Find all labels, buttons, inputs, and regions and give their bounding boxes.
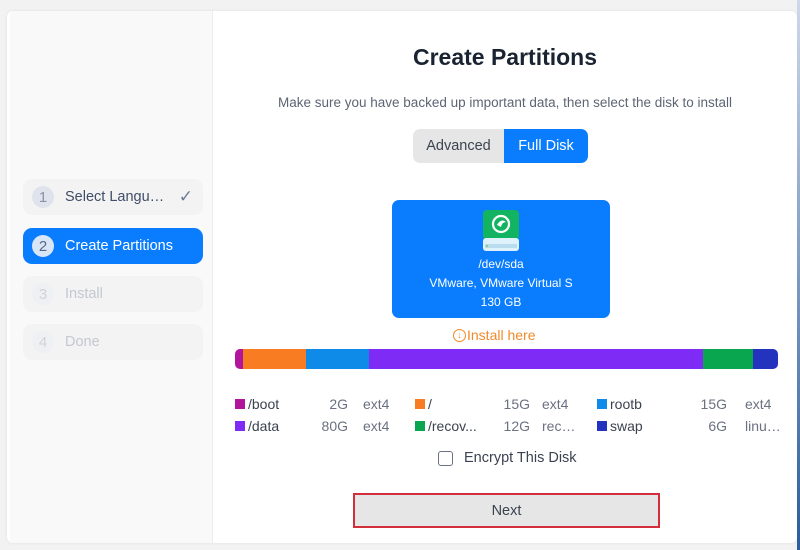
step-number: 3: [32, 283, 54, 305]
checkbox-icon[interactable]: [438, 450, 453, 466]
legend-swatch: [597, 421, 607, 431]
partition-filesystem: linu…: [745, 418, 781, 434]
partition-filesystem: ext4: [363, 396, 390, 412]
partition-filesystem: rec…: [542, 418, 576, 434]
legend-item: /: [415, 393, 432, 415]
legend-swatch: [415, 421, 425, 431]
step-label: Select Langu…: [65, 189, 165, 205]
partition-filesystem: ext4: [363, 418, 390, 434]
partition-size: 15G: [700, 396, 727, 412]
partition-size: 2G: [329, 396, 348, 412]
legend-swatch: [235, 421, 245, 431]
legend-item: /boot: [235, 393, 279, 415]
step-select-language[interactable]: 1 Select Langu… ✓: [23, 179, 203, 215]
steps-sidebar: 1 Select Langu… ✓ 2 Create Partitions 3 …: [10, 11, 213, 543]
tab-advanced[interactable]: Advanced: [413, 129, 504, 163]
step-label: Install: [65, 286, 103, 302]
partition-name: /data: [248, 418, 280, 434]
disk-card-sda[interactable]: /dev/sda VMware, VMware Virtual S 130 GB: [392, 200, 610, 318]
step-install: 3 Install: [23, 276, 203, 312]
partition-name: rootb: [610, 396, 642, 412]
tab-full-disk[interactable]: Full Disk: [504, 129, 588, 163]
partition-size: 15G: [503, 396, 530, 412]
partition-segment: [305, 349, 369, 369]
checkmark-icon: ✓: [178, 187, 193, 206]
legend-swatch: [597, 399, 607, 409]
main-panel: Create Partitions Make sure you have bac…: [213, 11, 797, 543]
disk-model: VMware, VMware Virtual S: [429, 276, 573, 290]
download-circle-icon: ↓: [453, 328, 466, 342]
step-done: 4 Done: [23, 324, 203, 360]
partition-filesystem: ext4: [745, 396, 772, 412]
encrypt-label: Encrypt This Disk: [464, 450, 577, 466]
partition-size: 12G: [503, 418, 530, 434]
step-label: Done: [65, 334, 100, 350]
partition-legend: /boot 2G ext4 / 15G ext4 rootb 15G ext4/data 80G e…: [235, 393, 781, 437]
partition-segment: [752, 349, 778, 369]
partition-name: /recov...: [428, 418, 477, 434]
partition-filesystem: ext4: [542, 396, 569, 412]
mode-switch: Advanced Full Disk: [413, 129, 588, 163]
page-title: Create Partitions: [412, 44, 598, 70]
encrypt-disk-checkbox[interactable]: Encrypt This Disk: [438, 450, 577, 466]
legend-item: /recov...: [415, 415, 477, 437]
step-number: 2: [32, 235, 54, 257]
next-button[interactable]: Next: [353, 493, 660, 528]
partition-size: 6G: [708, 418, 727, 434]
step-create-partitions[interactable]: 2 Create Partitions: [23, 228, 203, 264]
partition-bar: [235, 349, 778, 369]
hard-drive-icon: [483, 210, 519, 251]
legend-swatch: [415, 399, 425, 409]
legend-item: rootb: [597, 393, 642, 415]
legend-item: swap: [597, 415, 643, 437]
step-number: 4: [32, 331, 54, 353]
legend-swatch: [235, 399, 245, 409]
partition-segment: [368, 349, 703, 369]
legend-item: /data: [235, 415, 279, 437]
partition-name: swap: [610, 418, 643, 434]
partition-segment: [235, 349, 244, 369]
step-number: 1: [32, 186, 54, 208]
partition-name: /boot: [248, 396, 280, 412]
install-here-indicator: ↓ Install here: [453, 327, 535, 343]
disk-device-name: /dev/sda: [478, 257, 524, 271]
step-label: Create Partitions: [65, 238, 173, 254]
page-subtitle: Make sure you have backed up important d…: [277, 95, 732, 110]
legend-row: /data 80G ext4/recov... 12G rec… swap 6G linu…: [235, 415, 781, 437]
partition-segment: [702, 349, 753, 369]
partition-segment: [243, 349, 306, 369]
partition-size: 80G: [321, 418, 348, 434]
disk-size: 130 GB: [480, 295, 522, 309]
installer-window: 1 Select Langu… ✓ 2 Create Partitions 3 …: [7, 11, 797, 543]
partition-name: /: [428, 396, 432, 412]
legend-row: /boot 2G ext4 / 15G ext4 rootb 15G ext4: [235, 393, 780, 415]
install-here-label: Install here: [467, 327, 536, 343]
